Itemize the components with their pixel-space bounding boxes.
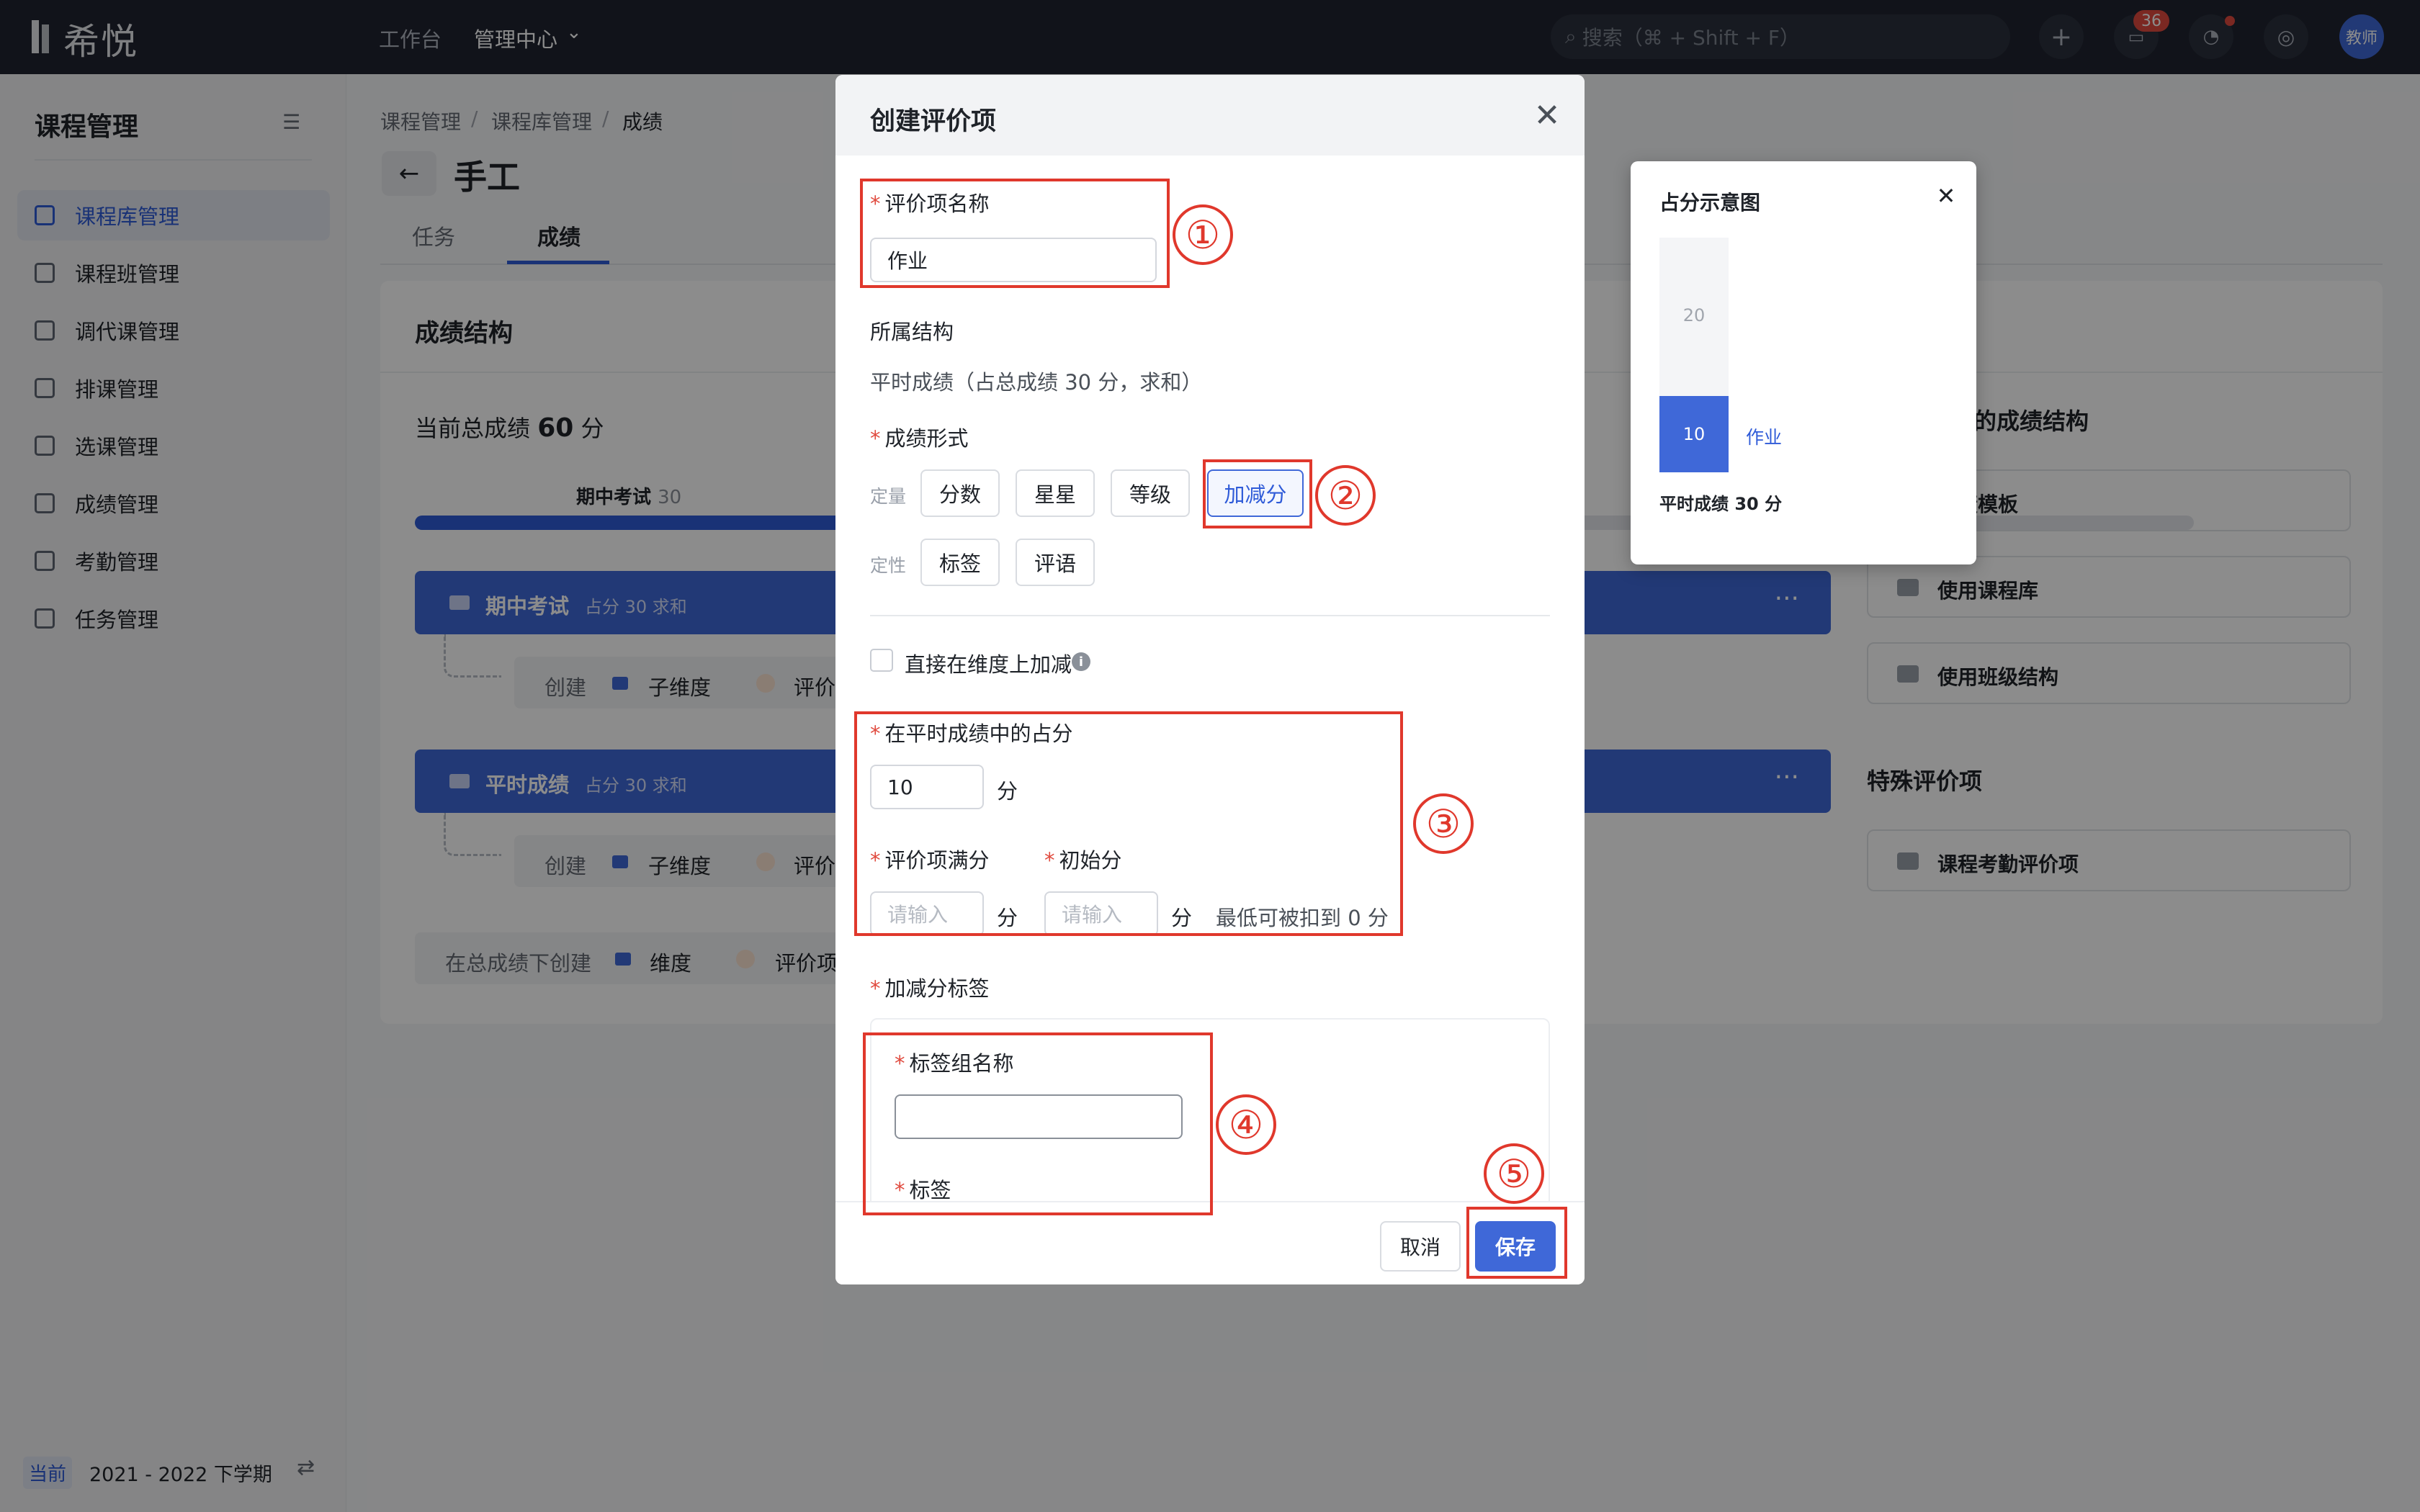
info-icon[interactable]: i <box>1072 652 1090 671</box>
option-stars[interactable]: 星星 <box>1016 469 1095 517</box>
qualitative-label: 定性 <box>870 555 907 576</box>
annotation-number-1: ① <box>1173 204 1233 265</box>
chart-item-name: 作业 <box>1746 427 1783 448</box>
option-tag[interactable]: 标签 <box>920 539 1000 586</box>
option-comment[interactable]: 评语 <box>1016 539 1095 586</box>
tags-label: * 加减分标签 <box>870 976 990 1001</box>
annotation-box-3 <box>854 711 1403 936</box>
quantitative-label: 定量 <box>870 486 907 507</box>
popover-title: 占分示意图 <box>1659 191 1761 215</box>
annotation-box-4 <box>863 1032 1213 1215</box>
annotation-number-3: ③ <box>1413 793 1474 854</box>
annotation-box-1 <box>860 179 1170 288</box>
structure-value: 平时成绩（占总成绩 30 分，求和） <box>870 370 1203 395</box>
popover-footer: 平时成绩 30 分 <box>1659 494 1783 514</box>
divider <box>870 615 1550 616</box>
score-share-popover: 占分示意图 ✕ 20 10 作业 平时成绩 30 分 <box>1631 161 1976 564</box>
dialog-title: 创建评价项 <box>870 107 997 136</box>
option-level[interactable]: 等级 <box>1111 469 1190 517</box>
annotation-number-4: ④ <box>1216 1094 1276 1155</box>
cancel-button[interactable]: 取消 <box>1380 1221 1461 1272</box>
close-icon[interactable]: ✕ <box>1527 95 1567 135</box>
remaining-value: 20 <box>1682 305 1706 325</box>
structure-label: 所属结构 <box>870 320 954 344</box>
annotation-number-5: ⑤ <box>1484 1143 1544 1204</box>
direct-adjust-checkbox[interactable] <box>870 649 893 672</box>
option-score[interactable]: 分数 <box>920 469 1000 517</box>
annotation-box-2 <box>1203 459 1312 528</box>
close-icon[interactable]: ✕ <box>1932 181 1960 210</box>
annotation-box-5 <box>1466 1207 1567 1279</box>
form-label: * 成绩形式 <box>870 426 969 451</box>
chart-item-bar: 10 <box>1659 396 1729 472</box>
direct-adjust-label: 直接在维度上加减 <box>905 652 1072 677</box>
dialog-header: 创建评价项 ✕ <box>835 75 1585 156</box>
annotation-number-2: ② <box>1315 465 1376 526</box>
